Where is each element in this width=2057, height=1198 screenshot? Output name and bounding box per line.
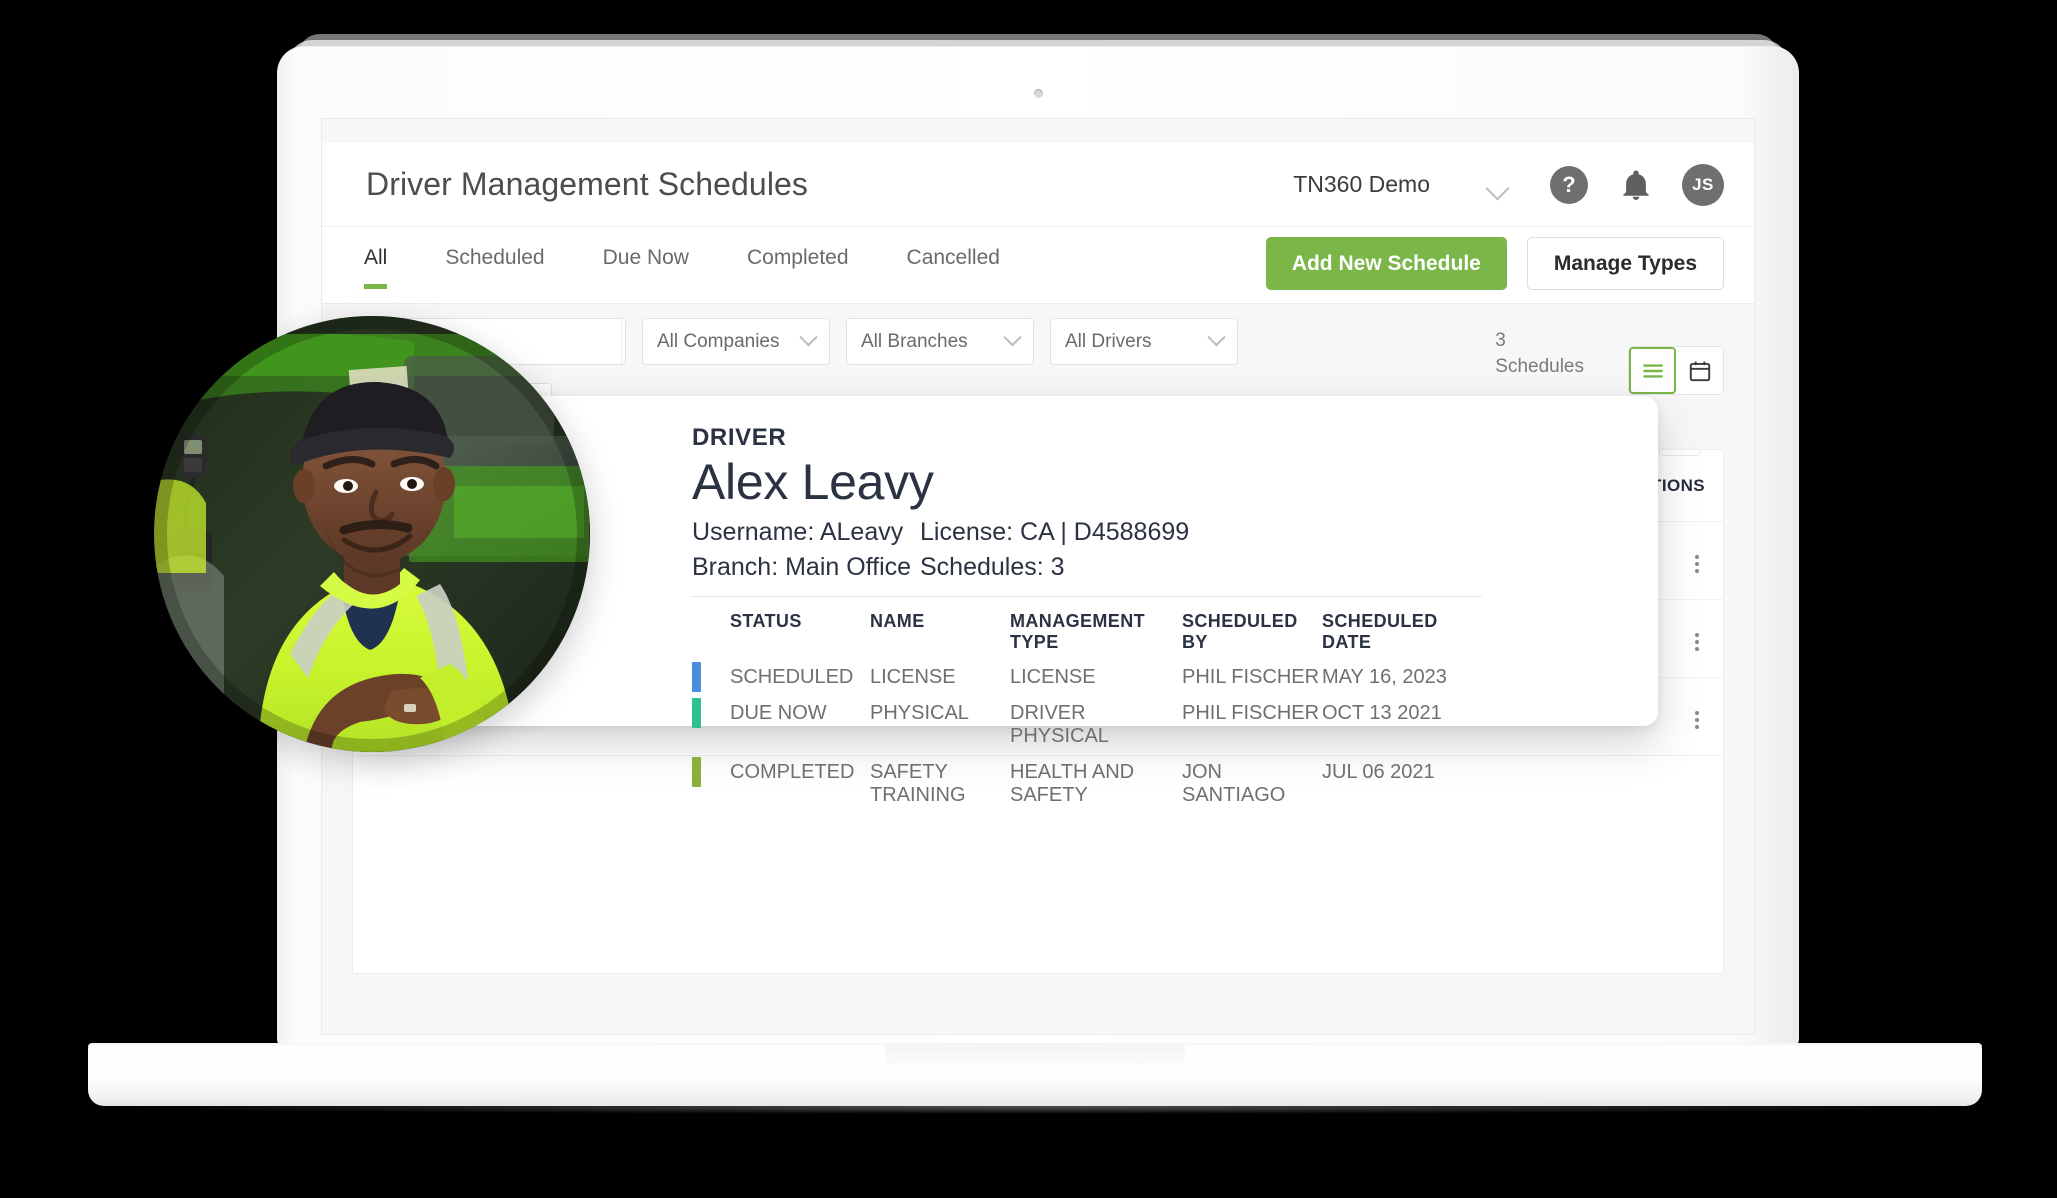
cell-management-type: HEALTH AND SAFETY (1010, 760, 1135, 806)
organization-name: TN360 Demo (1293, 171, 1430, 197)
search-icon[interactable] (621, 319, 625, 364)
driver-table-row[interactable]: COMPLETED SAFETY TRAINING HEALTH AND SAF… (692, 748, 1618, 807)
driver-username: Username: ALeavy (692, 517, 904, 546)
cell-scheduled-by: PHIL FISCHER (1182, 665, 1320, 688)
branches-filter-value: All Branches (861, 330, 968, 352)
drivers-filter-select[interactable]: All Drivers (1050, 318, 1238, 365)
list-view-icon[interactable] (1629, 347, 1676, 394)
driver-schedule-count: Schedules: 3 (920, 552, 1065, 581)
page-title: Driver Management Schedules (366, 166, 809, 202)
schedule-count-label: Schedules (1495, 355, 1584, 377)
cell-status: DUE NOW (730, 701, 827, 724)
webcam-dot (1034, 89, 1043, 98)
header-action-buttons: Add New Schedule Manage Types (1265, 227, 1724, 290)
status-bar (692, 697, 701, 728)
laptop-base (88, 1043, 1982, 1106)
driver-branch: Branch: Main Office (692, 552, 912, 581)
column-header-management-type: MANAGEMENT TYPE (1010, 610, 1145, 652)
cell-scheduled-date: JUL 06 2021 (1322, 760, 1435, 783)
cell-scheduled-by: PHIL FISCHER (1182, 701, 1320, 724)
tab-list: All Scheduled Due Now Completed Cancelle… (364, 227, 1058, 289)
avatar[interactable]: JS (1682, 163, 1724, 206)
cell-scheduled-date: OCT 13 2021 (1322, 701, 1442, 724)
cell-name: LICENSE (870, 665, 956, 688)
cell-status: SCHEDULED (730, 665, 854, 688)
schedule-count: 3 Schedules (1495, 328, 1584, 379)
driver-meta-row-1: Username: ALeavy License: CA | D4588699 (692, 518, 1618, 547)
calendar-view-icon[interactable] (1676, 347, 1723, 394)
chevrons-down-icon[interactable] (1659, 450, 1701, 456)
header-right-group: TN360 Demo ? JS (1293, 162, 1724, 208)
driver-table-row[interactable]: SCHEDULED LICENSE LICENSE PHIL FISCHER M… (692, 653, 1618, 692)
driver-meta-row-2: Branch: Main Office Schedules: 3 (692, 553, 1618, 582)
tab-due-now[interactable]: Due Now (603, 227, 689, 289)
bell-icon[interactable] (1618, 167, 1654, 203)
laptop-base-notch (885, 1043, 1185, 1069)
status-bar (692, 661, 701, 692)
tab-completed[interactable]: Completed (747, 227, 849, 289)
status-bar (692, 756, 701, 787)
tab-all[interactable]: All (364, 227, 388, 289)
help-button[interactable]: ? (1550, 165, 1588, 204)
branches-filter-select[interactable]: All Branches (846, 318, 1034, 365)
chevron-down-icon (1003, 328, 1022, 347)
driver-table-header-row: STATUS NAME MANAGEMENT TYPE SCHEDULED BY… (692, 597, 1618, 653)
app-header: Driver Management Schedules TN360 Demo ?… (322, 143, 1754, 227)
add-new-schedule-button[interactable]: Add New Schedule (1265, 237, 1507, 290)
cell-scheduled-by: JON SANTIAGO (1182, 760, 1286, 806)
tabs-bar: All Scheduled Due Now Completed Cancelle… (322, 227, 1754, 304)
column-header-name: NAME (870, 610, 925, 631)
manage-types-button[interactable]: Manage Types (1526, 237, 1724, 290)
driver-photo (154, 316, 590, 752)
driver-name: Alex Leavy (692, 454, 934, 510)
cell-name: SAFETY TRAINING (870, 760, 966, 806)
companies-filter-value: All Companies (657, 330, 780, 352)
column-header-status: STATUS (730, 610, 802, 631)
cell-status: COMPLETED (730, 760, 855, 783)
schedule-count-value: 3 (1495, 330, 1506, 351)
driver-detail-card: DRIVER Alex Leavy Username: ALeavy Licen… (154, 316, 1658, 806)
tab-scheduled[interactable]: Scheduled (445, 227, 544, 289)
screenshot-stage: Driver Management Schedules TN360 Demo ?… (0, 0, 2057, 1198)
drivers-filter-value: All Drivers (1065, 330, 1152, 352)
cell-name: PHYSICAL (870, 701, 969, 724)
chevron-down-icon (799, 328, 818, 347)
row-menu-icon[interactable] (1689, 549, 1705, 579)
view-toggle-group (1628, 346, 1724, 395)
chevron-down-icon (1207, 328, 1226, 347)
tab-cancelled[interactable]: Cancelled (907, 227, 1000, 289)
driver-license: License: CA | D4588699 (920, 517, 1190, 546)
cell-management-type: LICENSE (1010, 665, 1096, 688)
row-menu-icon[interactable] (1689, 627, 1705, 657)
column-header-scheduled-date: SCHEDULED DATE (1322, 610, 1438, 652)
driver-table-row[interactable]: DUE NOW PHYSICAL DRIVER PHYSICAL PHIL FI… (692, 689, 1618, 748)
row-menu-icon[interactable] (1689, 705, 1705, 735)
companies-filter-select[interactable]: All Companies (642, 318, 830, 365)
chevron-down-icon[interactable] (1476, 162, 1522, 208)
laptop-base-shadow (120, 1100, 1950, 1114)
column-header-scheduled-by: SCHEDULED BY (1182, 610, 1298, 652)
driver-kicker-label: DRIVER (692, 424, 787, 451)
cell-scheduled-date: MAY 16, 2023 (1322, 665, 1447, 688)
cell-management-type: DRIVER PHYSICAL (1010, 701, 1109, 747)
